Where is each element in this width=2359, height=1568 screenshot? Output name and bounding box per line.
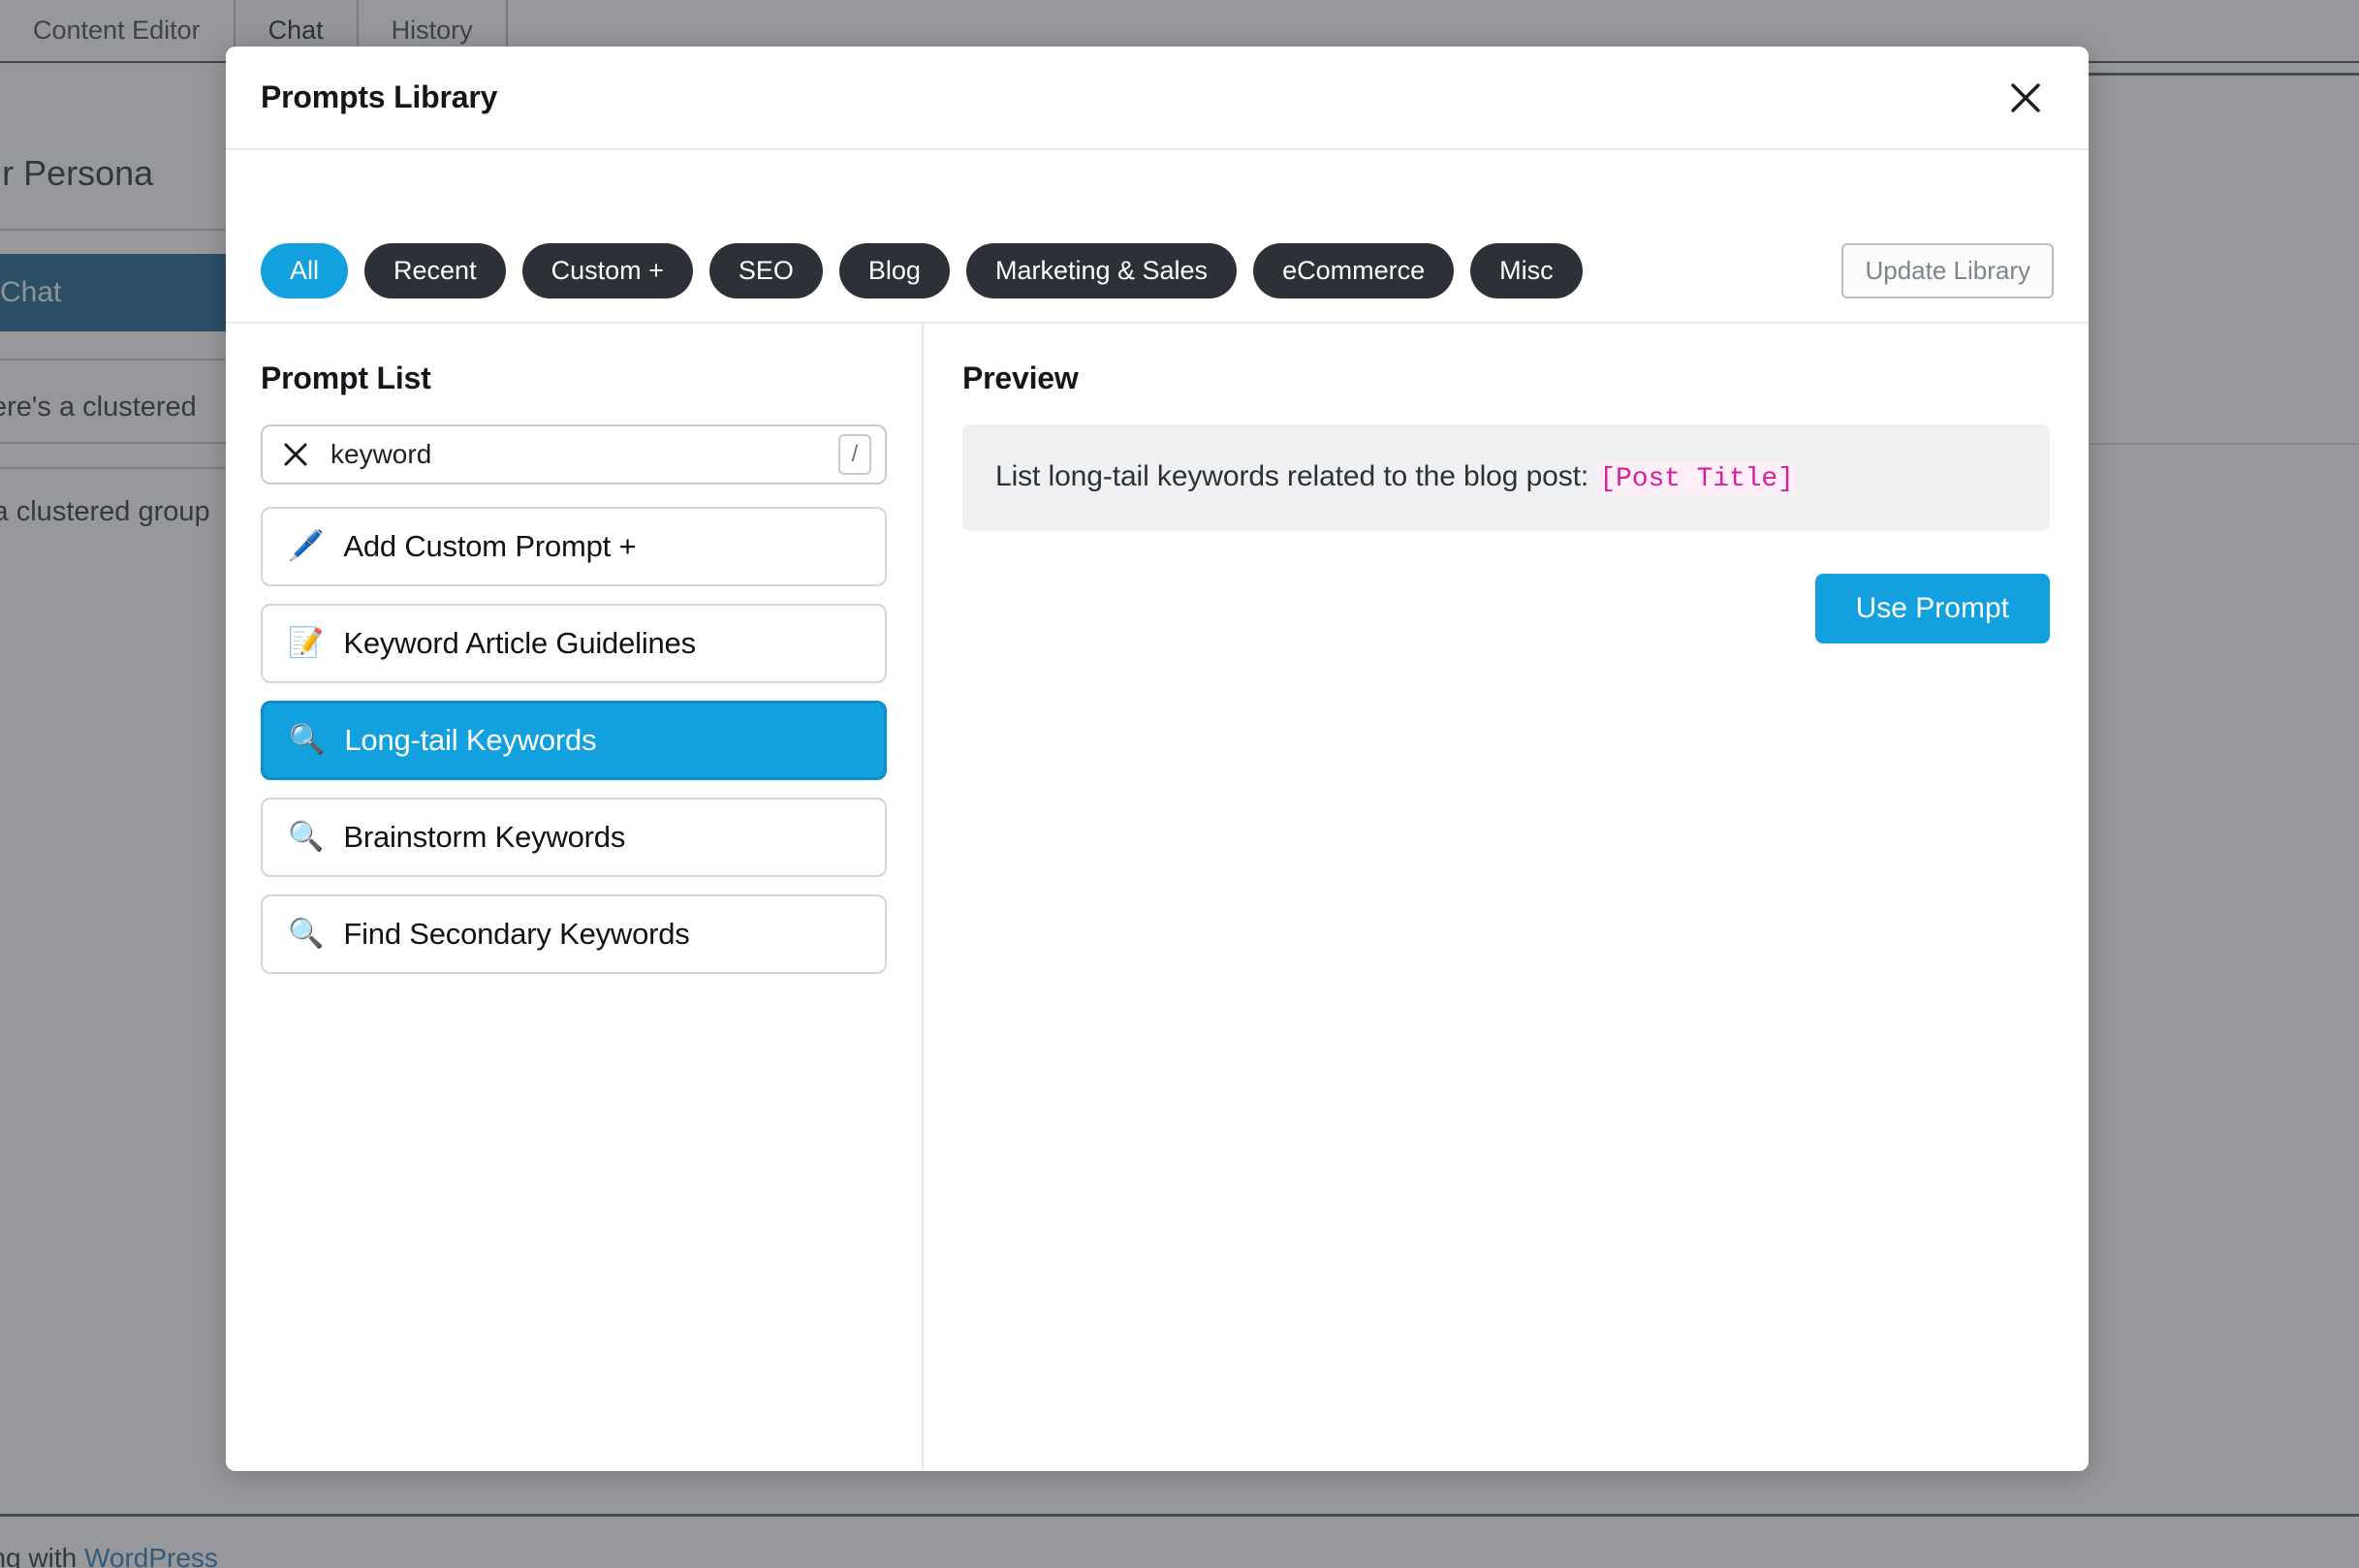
pen-icon: 🖊️ (288, 530, 325, 562)
prompts-library-modal: Prompts Library All Recent Custom + SEO … (226, 47, 2089, 1471)
use-prompt-button[interactable]: Use Prompt (1814, 574, 2050, 643)
magnifier-icon: 🔍 (289, 724, 326, 756)
prompt-item-label: Brainstorm Keywords (343, 820, 626, 854)
filter-pill-blog[interactable]: Blog (838, 243, 950, 298)
prompt-item-long-tail-keywords[interactable]: 🔍 Long-tail Keywords (261, 701, 887, 780)
search-input[interactable] (330, 426, 838, 483)
prompt-item-add-custom-prompt[interactable]: 🖊️ Add Custom Prompt + (261, 507, 887, 586)
filter-pill-custom[interactable]: Custom + (521, 243, 693, 298)
modal-title: Prompts Library (261, 79, 498, 114)
preview-text-body: List long-tail keywords related to the b… (995, 460, 1597, 493)
prompt-item-label: Add Custom Prompt + (343, 529, 637, 563)
magnifier-icon: 🔍 (288, 821, 325, 853)
prompt-item-label: Keyword Article Guidelines (343, 626, 696, 660)
magnifier-icon: 🔍 (288, 918, 325, 950)
filter-pill-ecommerce[interactable]: eCommerce (1253, 243, 1455, 298)
prompt-item-keyword-article-guidelines[interactable]: 📝 Keyword Article Guidelines (261, 604, 887, 683)
filter-pill-recent[interactable]: Recent (364, 243, 506, 298)
modal-header: Prompts Library (226, 47, 2089, 150)
filters-zone: All Recent Custom + SEO Blog Marketing &… (226, 150, 2089, 324)
prompt-item-brainstorm-keywords[interactable]: 🔍 Brainstorm Keywords (261, 798, 887, 877)
filter-pill-all[interactable]: All (261, 243, 349, 298)
prompt-item-label: Find Secondary Keywords (343, 917, 690, 951)
preview-box: List long-tail keywords related to the b… (962, 424, 2050, 531)
prompt-list: 🖊️ Add Custom Prompt + 📝 Keyword Article… (261, 507, 887, 974)
preview-variable-token: [Post Title] (1596, 463, 1797, 496)
close-icon[interactable] (1999, 72, 2052, 124)
prompt-list-title: Prompt List (261, 361, 431, 395)
screen: Content Editor Chat History ot - Your Pe… (0, 0, 2359, 1568)
filter-pill-marketing-sales[interactable]: Marketing & Sales (965, 243, 1238, 298)
memo-icon: 📝 (288, 627, 325, 659)
modal-body: Prompt List / 🖊️ Add Custom Prompt + (226, 324, 2089, 1471)
preview-text: List long-tail keywords related to the b… (995, 457, 1797, 498)
clear-search-icon[interactable] (280, 439, 311, 470)
filter-pill-seo[interactable]: SEO (708, 243, 823, 298)
prompt-item-find-secondary-keywords[interactable]: 🔍 Find Secondary Keywords (261, 894, 887, 974)
filter-pill-misc[interactable]: Misc (1470, 243, 1583, 298)
prompt-search-field[interactable]: / (261, 424, 887, 485)
search-shortcut-badge: / (838, 434, 871, 475)
preview-pane: Preview List long-tail keywords related … (924, 324, 2089, 1471)
prompt-list-pane: Prompt List / 🖊️ Add Custom Prompt + (226, 324, 924, 1471)
preview-title: Preview (962, 361, 1079, 395)
category-filter-row: All Recent Custom + SEO Blog Marketing &… (261, 243, 2054, 298)
preview-actions: Use Prompt (962, 574, 2050, 643)
update-library-button[interactable]: Update Library (1841, 243, 2054, 298)
prompt-item-label: Long-tail Keywords (344, 723, 597, 757)
